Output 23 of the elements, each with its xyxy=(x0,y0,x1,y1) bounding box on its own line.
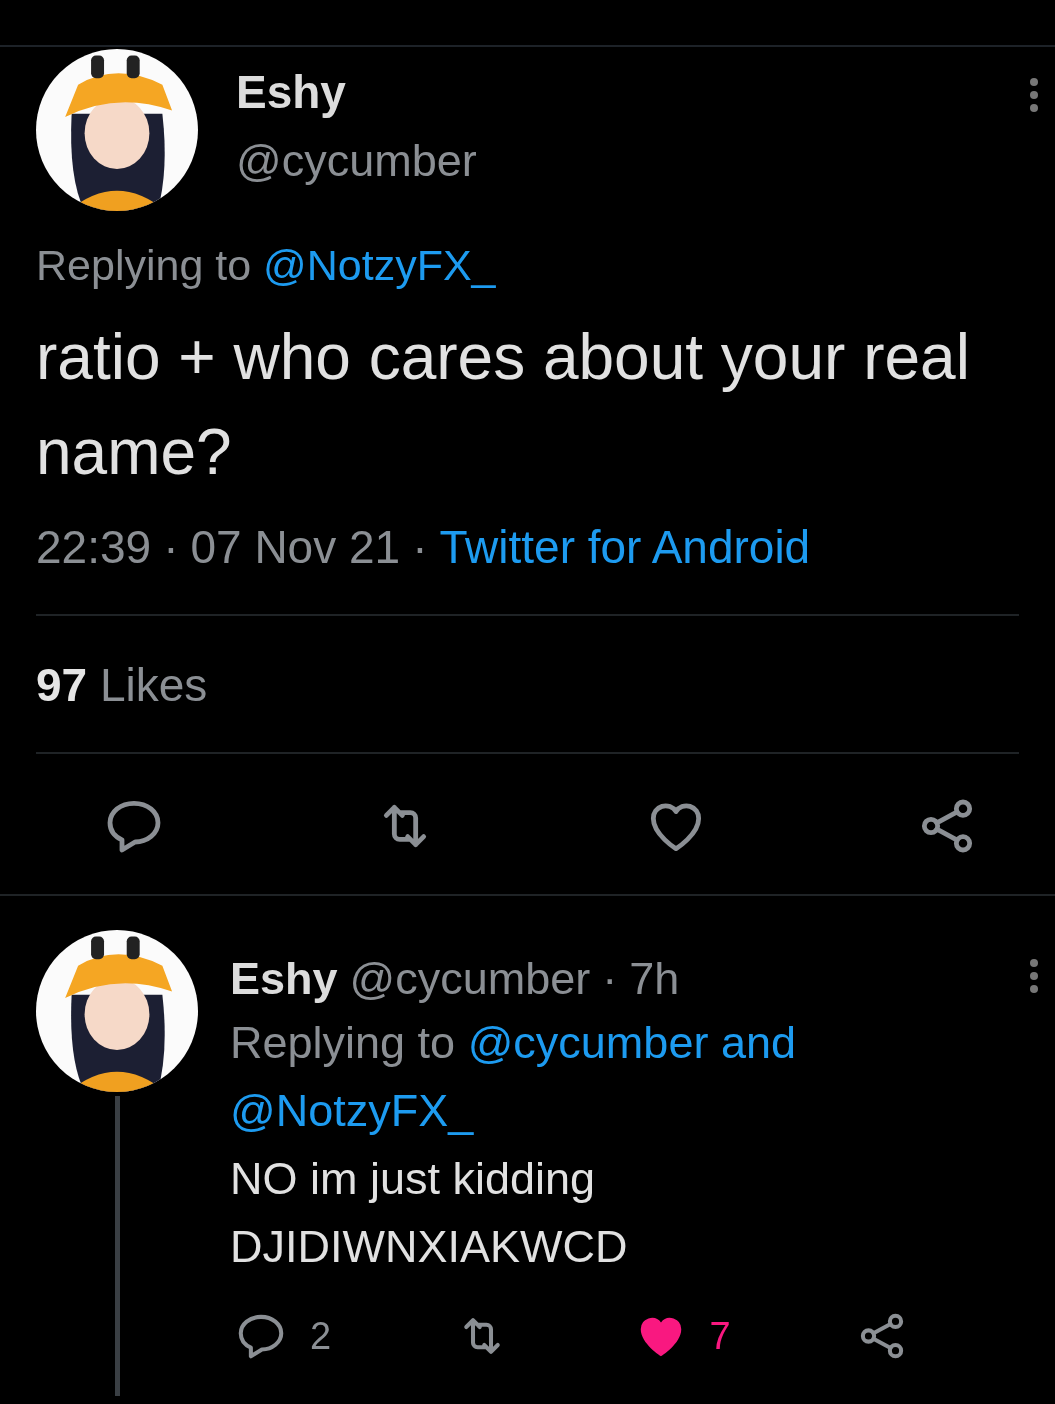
mention-link[interactable]: @cycumber and xyxy=(467,1017,796,1068)
tweet-text: ratio + who cares about your real name? xyxy=(36,320,971,490)
tweet-time: 22:39 xyxy=(36,520,152,574)
mention-link[interactable]: @NotzyFX_ xyxy=(230,1085,474,1136)
separator-dot: · xyxy=(412,520,428,574)
tweet-date: 07 Nov 21 xyxy=(190,520,401,574)
likes-count[interactable]: 97 Likes xyxy=(36,616,1019,754)
reply-text: NO im just kidding DJIDIWNXIAKWCD xyxy=(230,1152,629,1274)
source-link[interactable]: Twitter for Android xyxy=(439,520,811,574)
separator-dot: · xyxy=(602,953,618,1005)
like-button[interactable]: 7 xyxy=(633,1309,731,1363)
replying-to-text: Replying to @cycumber and @NotzyFX_ xyxy=(230,1016,797,1138)
user-handle[interactable]: @cycumber xyxy=(349,953,591,1005)
more-icon[interactable] xyxy=(1029,958,1039,994)
more-icon[interactable] xyxy=(1029,77,1039,113)
reply-button[interactable]: 2 xyxy=(234,1309,332,1363)
display-name[interactable]: Eshy xyxy=(230,953,338,1005)
replying-to-text: Replying to @NotzyFX_ xyxy=(36,241,497,290)
separator-dot: · xyxy=(163,520,179,574)
reply-age: 7h xyxy=(629,953,680,1005)
display-name[interactable]: Eshy xyxy=(236,65,1029,119)
mention-link[interactable]: @NotzyFX_ xyxy=(263,241,496,289)
user-handle[interactable]: @cycumber xyxy=(236,135,1029,187)
